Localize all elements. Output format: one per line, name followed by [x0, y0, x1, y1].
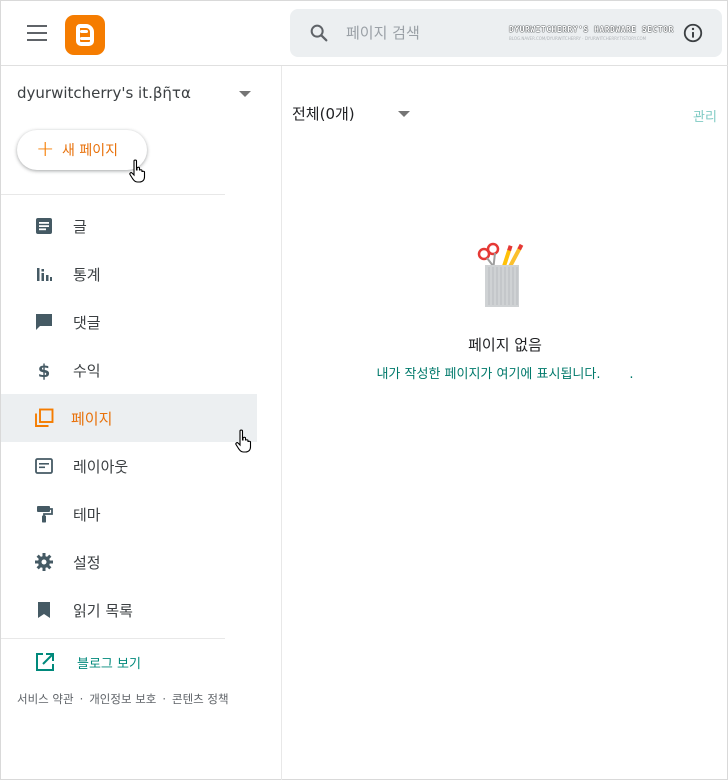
dropdown-caret-icon — [398, 111, 410, 117]
new-page-label: 새 페이지 — [62, 143, 118, 159]
sidebar-item-settings[interactable]: 설정 — [1, 538, 257, 586]
blogger-logo-icon[interactable] — [65, 15, 105, 55]
view-blog-link[interactable]: 블로그 보기 — [34, 651, 234, 675]
reading-list-icon — [38, 602, 50, 618]
sidebar-divider — [281, 66, 282, 780]
watermark: DYURWITCHERRY'S HARDWARE SECTOR BLOG.NAV… — [509, 25, 674, 41]
sidebar-item-theme[interactable]: 테마 — [1, 490, 257, 538]
comments-icon — [36, 314, 52, 330]
sidebar-item-pages[interactable]: 페이지 — [1, 394, 257, 442]
sidebar-item-label: 통계 — [73, 266, 101, 284]
plus-icon: + — [36, 137, 55, 162]
empty-pencil-cup-icon — [477, 242, 524, 307]
manage-button[interactable]: 관리 — [693, 106, 717, 125]
blog-name: dyurwitcherry's it.βῆτα — [17, 84, 191, 102]
stats-icon — [37, 268, 52, 281]
blog-selector[interactable]: dyurwitcherry's it.βῆτα — [17, 83, 257, 105]
sidebar-item-reading-list[interactable]: 읽기 목록 — [1, 586, 257, 634]
privacy-link[interactable]: 개인정보 보호 — [89, 692, 156, 706]
sidebar-item-earnings[interactable]: $ 수익 — [1, 346, 257, 394]
hand-cursor-icon — [235, 429, 252, 453]
sidebar-item-label: 페이지 — [71, 410, 113, 428]
sidebar-item-label: 읽기 목록 — [73, 602, 133, 620]
search-icon[interactable] — [308, 22, 330, 44]
dropdown-caret-icon — [239, 91, 251, 97]
terms-link[interactable]: 서비스 약관 — [17, 692, 74, 706]
footer-links: 서비스 약관 · 개인정보 보호 · 콘텐츠 정책 — [17, 691, 229, 707]
pages-icon — [35, 408, 54, 427]
sidebar-item-posts[interactable]: 글 — [1, 202, 257, 250]
earnings-icon: $ — [38, 361, 51, 380]
empty-state-subtitle: 내가 작성한 페이지가 여기에 표시됩니다. . — [376, 367, 634, 382]
new-page-button[interactable]: + 새 페이지 — [17, 130, 147, 170]
app-window: DYURWITCHERRY'S HARDWARE SECTOR BLOG.NAV… — [0, 0, 728, 780]
page-filter-dropdown[interactable]: 전체(0개) — [292, 103, 422, 125]
filter-label: 전체(0개) — [292, 105, 355, 123]
sidebar-item-stats[interactable]: 통계 — [1, 250, 257, 298]
sidebar-item-label: 테마 — [73, 506, 101, 524]
sidebar-item-label: 레이아웃 — [73, 458, 129, 476]
external-link-icon — [36, 653, 54, 671]
theme-icon — [37, 506, 53, 523]
watermark-subtitle: BLOG.NAVER.COM/DYURWITCHERRY · DYURWITCH… — [509, 36, 647, 41]
empty-state-title: 페이지 없음 — [468, 336, 542, 354]
separator-dot: · — [79, 692, 84, 706]
layout-icon — [35, 458, 53, 474]
sidebar-item-label: 댓글 — [73, 314, 101, 332]
sidebar-item-layout[interactable]: 레이아웃 — [1, 442, 257, 490]
posts-icon — [36, 218, 52, 234]
view-blog-label: 블로그 보기 — [77, 657, 141, 672]
sidebar-item-label: 글 — [73, 218, 87, 236]
watermark-title: DYURWITCHERRY'S HARDWARE SECTOR — [509, 25, 674, 34]
content-policy-link[interactable]: 콘텐츠 정책 — [172, 692, 229, 706]
sidebar-separator — [1, 638, 225, 639]
sidebar-item-label: 수익 — [73, 362, 101, 380]
search-bar: DYURWITCHERRY'S HARDWARE SECTOR BLOG.NAV… — [290, 9, 722, 57]
hand-cursor-icon — [129, 159, 146, 183]
sidebar-separator — [1, 194, 225, 195]
sidebar-item-label: 설정 — [73, 554, 101, 572]
search-input[interactable] — [346, 21, 536, 45]
info-icon[interactable] — [682, 22, 704, 44]
svg-text:$: $ — [38, 361, 51, 380]
header-divider — [1, 65, 728, 66]
settings-icon — [35, 553, 53, 571]
sidebar-item-comments[interactable]: 댓글 — [1, 298, 257, 346]
hamburger-menu-icon[interactable] — [27, 25, 47, 41]
separator-dot: · — [162, 692, 167, 706]
